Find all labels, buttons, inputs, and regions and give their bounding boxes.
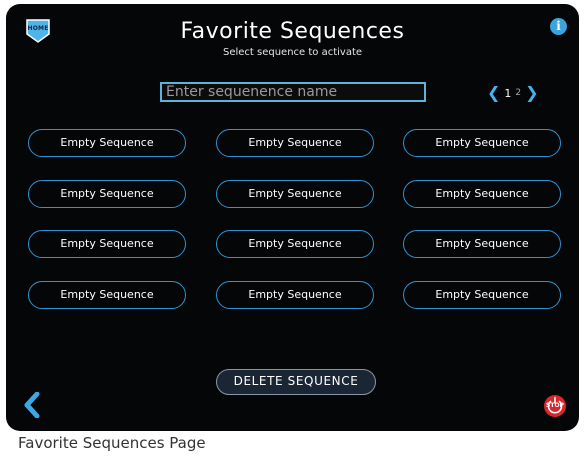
- sequence-button[interactable]: Empty Sequence: [216, 230, 374, 258]
- page-subtitle: Select sequence to activate: [222, 47, 363, 58]
- sequence-name-input[interactable]: [160, 82, 426, 102]
- sequence-button[interactable]: Empty Sequence: [403, 281, 561, 309]
- figure-caption: Favorite Sequences Page: [18, 434, 206, 452]
- sequence-button[interactable]: Empty Sequence: [28, 230, 186, 258]
- page-1-link[interactable]: 1: [504, 87, 511, 100]
- page-2-link[interactable]: 2: [515, 88, 521, 98]
- stop-button[interactable]: STOP: [543, 394, 567, 418]
- tablet-screen: HOME Favorite Sequences Select sequence …: [6, 4, 579, 431]
- chevron-left-icon: [24, 391, 40, 419]
- sequence-button[interactable]: Empty Sequence: [216, 180, 374, 208]
- chevron-left-icon[interactable]: ❮: [487, 85, 500, 101]
- sequence-button[interactable]: Empty Sequence: [403, 230, 561, 258]
- sequence-button[interactable]: Empty Sequence: [28, 180, 186, 208]
- sequence-button[interactable]: Empty Sequence: [403, 180, 561, 208]
- delete-sequence-button[interactable]: DELETE SEQUENCE: [216, 369, 376, 395]
- sequence-button[interactable]: Empty Sequence: [28, 281, 186, 309]
- stop-label: STOP: [546, 402, 564, 409]
- chevron-right-icon[interactable]: ❯: [525, 85, 538, 101]
- back-button[interactable]: [22, 391, 42, 419]
- sequence-button[interactable]: Empty Sequence: [216, 129, 374, 157]
- sequence-button[interactable]: Empty Sequence: [216, 281, 374, 309]
- pagination: ❮ 1 2 ❯: [487, 84, 539, 102]
- sequence-button[interactable]: Empty Sequence: [403, 129, 561, 157]
- info-icon[interactable]: i: [550, 18, 567, 35]
- sequence-button[interactable]: Empty Sequence: [28, 129, 186, 157]
- page-title: Favorite Sequences: [180, 19, 405, 44]
